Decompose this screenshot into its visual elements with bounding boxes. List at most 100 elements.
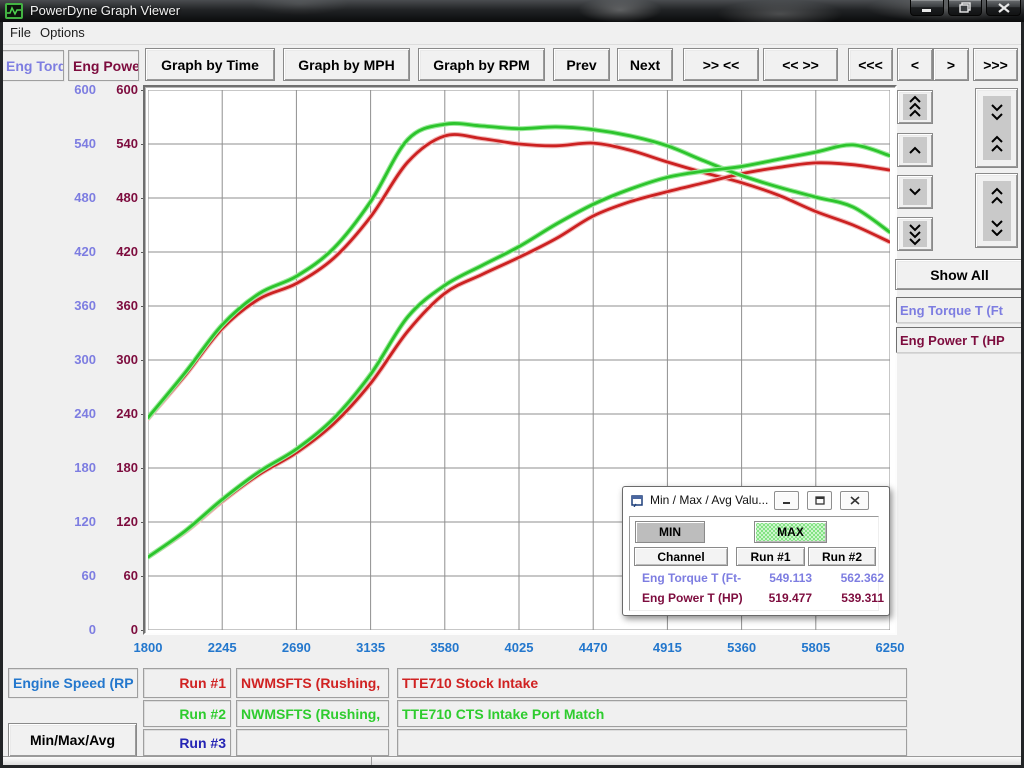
dialog-icon xyxy=(631,494,644,507)
run3-description-box[interactable] xyxy=(397,729,907,756)
run1-file-box[interactable]: NWMSFTS (Rushing, xyxy=(236,668,389,698)
max-button[interactable]: MAX xyxy=(754,521,827,543)
column-header-run2[interactable]: Run #2 xyxy=(808,547,876,566)
close-icon xyxy=(998,3,1010,13)
close-icon xyxy=(850,496,860,505)
y-scale-down-fast-button[interactable] xyxy=(897,217,933,251)
channel-name: Eng Power T (HP) xyxy=(642,591,743,605)
minmax-avg-label: Min/Max/Avg xyxy=(30,732,115,748)
x-axis-rpm-label: 4915 xyxy=(635,640,699,655)
dialog-title: Min / Max / Avg Valu... xyxy=(650,493,768,507)
run3-label-box[interactable]: Run #3 xyxy=(143,729,231,756)
nav-button[interactable]: >> << xyxy=(683,48,759,81)
powerdyne-window: PowerDyne Graph Viewer File Options Eng … xyxy=(0,0,1024,768)
triple-chevron-up-icon xyxy=(907,95,923,119)
minmax-row-eng-torque-t-ft: Eng Torque T (Ft- 549.113 562.362 xyxy=(638,569,884,587)
graph-by-rpm-button[interactable]: Graph by RPM xyxy=(418,48,545,81)
nav-button[interactable]: < xyxy=(897,48,933,81)
dialog-close-button[interactable] xyxy=(840,491,869,510)
y-axis-power-label: 360 xyxy=(82,298,138,313)
triple-chevron-down-icon xyxy=(907,222,923,246)
x-axis-rpm-label: 6250 xyxy=(858,640,922,655)
dialog-restore-button[interactable] xyxy=(807,491,832,510)
y-zoom-in-button[interactable] xyxy=(975,88,1018,168)
y-axis-power-label: 480 xyxy=(82,190,138,205)
minmax-dialog: Min / Max / Avg Valu... MIN MAX Channel … xyxy=(622,486,890,616)
chevrons-outward-icon xyxy=(989,186,1005,236)
y-axis-power-label: 60 xyxy=(82,568,138,583)
bottom-strip xyxy=(3,756,1021,765)
y-zoom-out-button[interactable] xyxy=(975,173,1018,248)
show-all-button[interactable]: Show All xyxy=(895,259,1024,290)
power-channel-button[interactable]: Eng Powe xyxy=(68,50,139,81)
y-scale-up-fast-button[interactable] xyxy=(897,90,933,124)
nav-button[interactable]: << >> xyxy=(763,48,838,81)
x-axis-rpm-label: 4025 xyxy=(487,640,551,655)
app-icon xyxy=(5,3,23,19)
power-axis-label-box[interactable]: Eng Power T (HP xyxy=(896,327,1024,353)
y-axis-power-label: 180 xyxy=(82,460,138,475)
minmax-row-eng-power-t-hp: Eng Power T (HP) 519.477 539.311 xyxy=(638,589,884,607)
title-bar[interactable]: PowerDyne Graph Viewer xyxy=(0,0,1024,22)
run1-max-value: 519.477 xyxy=(742,591,812,605)
run2-description-box[interactable]: TTE710 CTS Intake Port Match xyxy=(397,700,907,727)
nav-button[interactable]: <<< xyxy=(848,48,893,81)
window-border-left xyxy=(0,22,3,768)
chevrons-inward-icon xyxy=(989,102,1005,154)
run2-label-box[interactable]: Run #2 xyxy=(143,700,231,727)
close-button[interactable] xyxy=(986,0,1021,16)
dialog-content-panel: MIN MAX Channel Run #1 Run #2 Eng Torque… xyxy=(629,516,879,611)
x-axis-rpm-label: 4470 xyxy=(561,640,625,655)
x-axis-rpm-label: 2690 xyxy=(264,640,328,655)
max-label: MAX xyxy=(777,525,804,539)
restore-button[interactable] xyxy=(948,0,982,16)
chevron-down-icon xyxy=(907,187,923,197)
x-axis-rpm-label: 5360 xyxy=(710,640,774,655)
x-axis-rpm-label: 3135 xyxy=(339,640,403,655)
dialog-minimize-button[interactable] xyxy=(774,491,799,510)
graph-by-mph-button[interactable]: Graph by MPH xyxy=(283,48,410,81)
minimize-icon xyxy=(782,497,791,505)
x-axis-rpm-label: 1800 xyxy=(116,640,180,655)
y-scale-down-button[interactable] xyxy=(897,175,933,209)
run1-max-value: 549.113 xyxy=(742,571,812,585)
y-axis-power-label: 120 xyxy=(82,514,138,529)
minimize-button[interactable] xyxy=(910,0,944,16)
prev-button[interactable]: Prev xyxy=(553,48,610,81)
minmax-avg-button[interactable]: Min/Max/Avg xyxy=(8,723,137,757)
run2-max-value: 562.362 xyxy=(814,571,884,585)
x-axis-rpm-label: 2245 xyxy=(190,640,254,655)
min-button[interactable]: MIN xyxy=(635,521,705,543)
window-title: PowerDyne Graph Viewer xyxy=(30,0,180,22)
menu-options[interactable]: Options xyxy=(34,22,91,44)
torque-channel-label: Eng Torq xyxy=(6,58,64,74)
x-channel-box[interactable]: Engine Speed (RP xyxy=(8,668,138,698)
minimize-icon xyxy=(921,3,933,13)
nav-button[interactable]: > xyxy=(933,48,969,81)
y-scale-up-button[interactable] xyxy=(897,133,933,167)
next-button[interactable]: Next xyxy=(617,48,673,81)
menu-bar: File Options xyxy=(0,22,1024,45)
run1-description-box[interactable]: TTE710 Stock Intake xyxy=(397,668,907,698)
graph-by-time-button[interactable]: Graph by Time xyxy=(145,48,275,81)
show-all-label: Show All xyxy=(930,267,989,283)
run1-label-box[interactable]: Run #1 xyxy=(143,668,231,698)
torque-channel-button[interactable]: Eng Torq xyxy=(1,50,64,81)
run3-file-box[interactable] xyxy=(236,729,389,756)
y-axis-power-label: 600 xyxy=(82,82,138,97)
y-axis-power-label: 240 xyxy=(82,406,138,421)
menu-file[interactable]: File xyxy=(4,22,37,44)
torque-axis-label-box[interactable]: Eng Torque T (Ft xyxy=(896,297,1024,323)
column-header-run1[interactable]: Run #1 xyxy=(736,547,805,566)
power-channel-label: Eng Powe xyxy=(73,58,139,74)
restore-icon xyxy=(815,496,825,505)
channel-name: Eng Torque T (Ft- xyxy=(642,571,741,585)
x-channel-label: Engine Speed (RP xyxy=(13,675,134,691)
run2-max-value: 539.311 xyxy=(814,591,884,605)
torque-axis-label: Eng Torque T (Ft xyxy=(900,303,1003,318)
run2-file-box[interactable]: NWMSFTS (Rushing, xyxy=(236,700,389,727)
x-axis-rpm-label: 3580 xyxy=(413,640,477,655)
nav-button[interactable]: >>> xyxy=(973,48,1018,81)
column-header-channel[interactable]: Channel xyxy=(634,547,728,566)
oscilloscope-wave-icon xyxy=(7,5,21,17)
